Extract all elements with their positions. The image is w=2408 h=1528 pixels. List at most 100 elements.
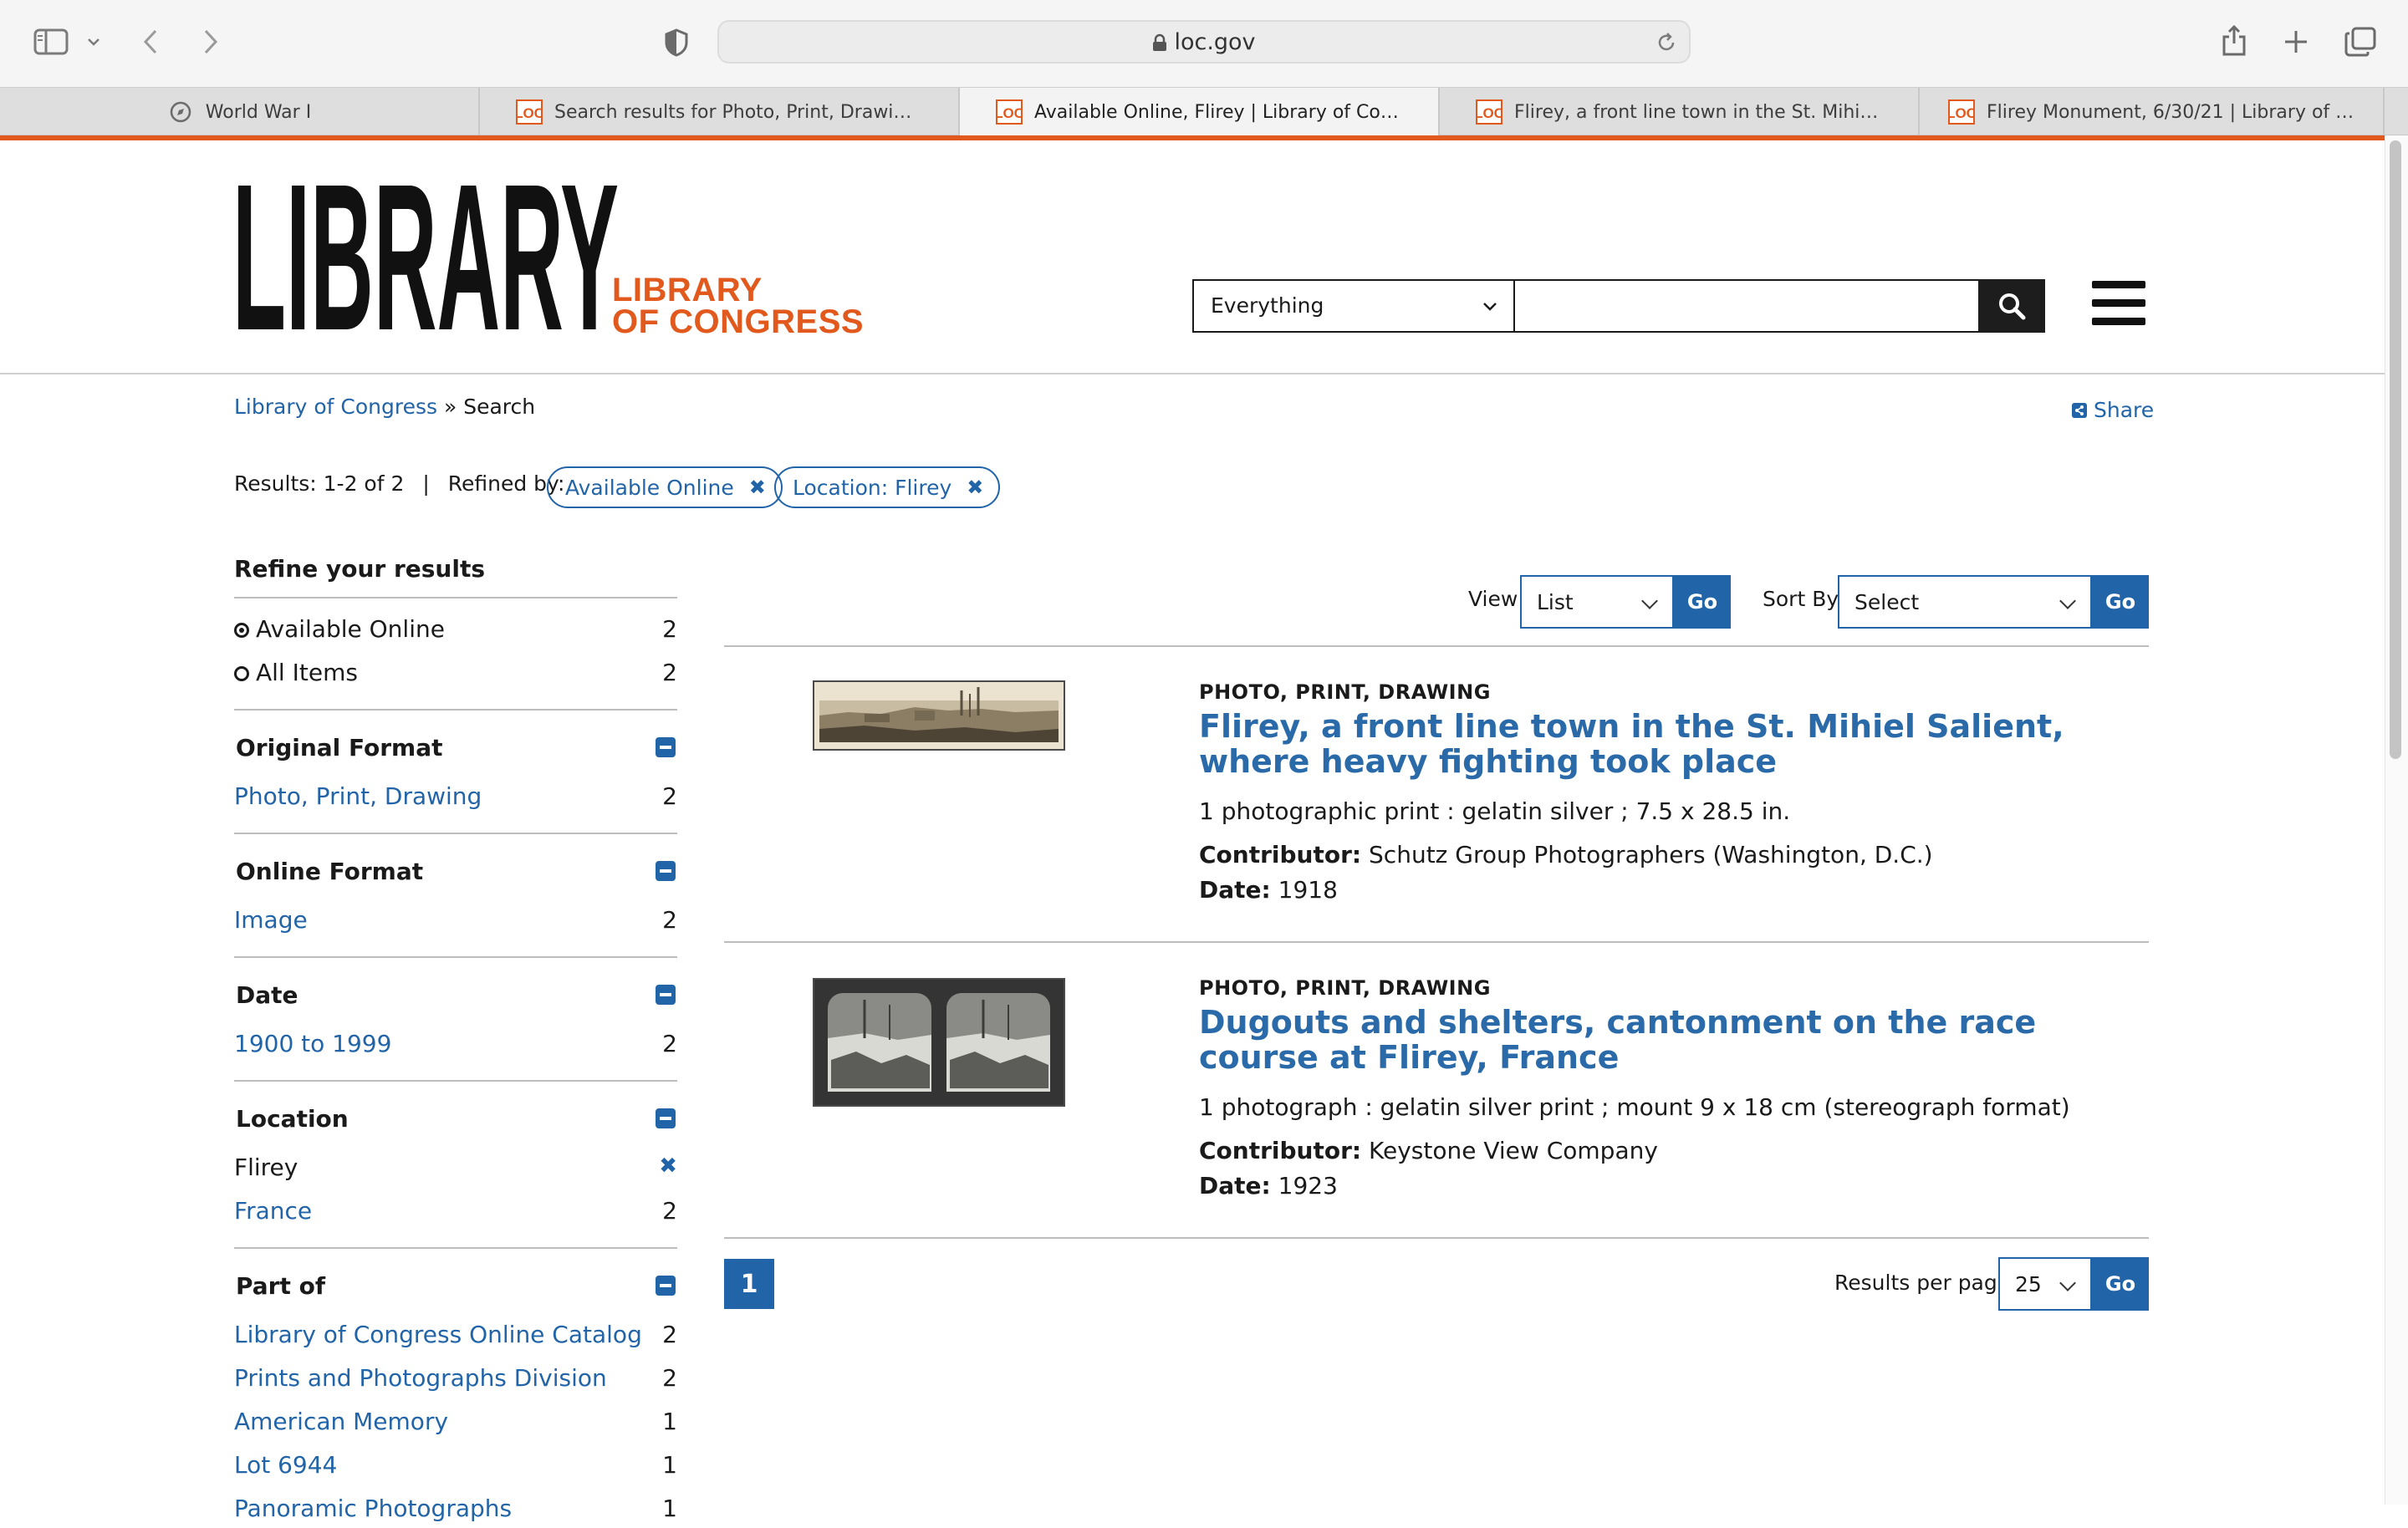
facet-title-date[interactable]: Date [236,981,298,1009]
result-title-link[interactable]: Dugouts and shelters, cantonment on the … [1199,1005,2149,1075]
loc-wordmark[interactable]: LIBRARY OF CONGRESS [612,273,865,340]
remove-filter-icon[interactable]: ✖ [659,1154,677,1179]
view-go-button[interactable]: Go [1674,575,1731,629]
facet-link[interactable]: 1900 to 1999 [234,1030,391,1057]
refine-title: Refine your results [234,555,486,583]
view-select[interactable]: List [1520,575,1674,629]
new-tab-icon[interactable] [2283,28,2309,55]
breadcrumb: Library of Congress » Search [234,395,535,419]
search-button[interactable] [1978,279,2045,333]
reload-icon[interactable] [1656,32,1677,53]
search-scope-select[interactable]: Everything [1192,279,1515,333]
radio-unselected-icon[interactable] [234,666,249,681]
sort-go-button[interactable]: Go [2092,575,2149,629]
availability-all-items[interactable]: All Items 2 [234,659,677,692]
facet-count: 1 [662,1451,677,1479]
date-value: 1918 [1278,876,1338,904]
chevron-down-icon [2059,593,2076,609]
facet-link[interactable]: Library of Congress Online Catalog [234,1321,642,1348]
privacy-shield-icon[interactable] [664,28,689,57]
panorama-photo-image [814,682,1064,749]
tab-title: Available Online, Flirey | Library of Co… [1034,101,1402,123]
facet-divider [234,597,677,598]
facet-count: 1 [662,1408,677,1435]
facet-link[interactable]: Photo, Print, Drawing [234,782,482,810]
filter-chip-location[interactable]: Location: Flirey ✖ [774,466,1001,508]
facet-item[interactable]: Library of Congress Online Catalog 2 [234,1321,677,1354]
results-range: Results: 1-2 of 2 [234,471,405,496]
hamburger-menu-icon[interactable] [2092,281,2145,328]
facet-item[interactable]: Panoramic Photographs 1 [234,1495,677,1528]
facet-title-part-of[interactable]: Part of [236,1272,325,1300]
facet-item[interactable]: 1900 to 1999 2 [234,1030,677,1063]
remove-filter-icon[interactable]: ✖ [749,476,766,499]
loc-wordmark-line2: OF CONGRESS [612,303,865,340]
sort-select[interactable]: Select [1838,575,2092,629]
filter-chip-available-online[interactable]: Available Online ✖ [547,466,783,508]
search-input[interactable] [1513,279,1980,333]
availability-label: Available Online [256,615,445,643]
facet-count: 2 [662,906,677,934]
tab-search-results[interactable]: LOC Search results for Photo, Print, Dra… [480,88,960,136]
facet-divider [234,709,677,711]
facet-title-online-format[interactable]: Online Format [236,858,423,885]
collapse-facet-icon[interactable] [656,737,676,757]
share-link[interactable]: Share [2072,398,2154,422]
tab-flirey-front-line[interactable]: LOC Flirey, a front line town in the St.… [1440,88,1920,136]
result-thumbnail[interactable] [813,978,1065,1107]
facet-title-original-format[interactable]: Original Format [236,734,443,761]
result-thumbnail[interactable] [813,680,1065,751]
collapse-facet-icon[interactable] [656,861,676,881]
tab-flirey-monument[interactable]: LOC Flirey Monument, 6/30/21 | Library o… [1920,88,2385,136]
tab-overview-icon[interactable] [2344,27,2376,57]
pagination-current-page[interactable]: 1 [724,1259,774,1309]
facet-link[interactable]: Prints and Photographs Division [234,1364,607,1392]
back-icon[interactable] [142,28,159,55]
radio-selected-icon[interactable] [234,623,249,638]
scrollbar-thumb[interactable] [2390,140,2401,759]
breadcrumb-home-link[interactable]: Library of Congress [234,395,437,419]
facet-link[interactable]: Image [234,906,308,934]
facet-item[interactable]: Photo, Print, Drawing 2 [234,782,677,816]
result-description: 1 photographic print : gelatin silver ; … [1199,797,1791,825]
facet-link[interactable]: Lot 6944 [234,1451,337,1479]
facet-count: 2 [662,1030,677,1057]
header-divider [0,373,2385,374]
search-icon [1999,293,2026,320]
availability-available-online[interactable]: Available Online 2 [234,615,677,649]
facet-count: 2 [662,615,677,643]
facet-link[interactable]: Panoramic Photographs [234,1495,512,1522]
collapse-facet-icon[interactable] [656,985,676,1005]
facet-link[interactable]: American Memory [234,1408,448,1435]
result-date: Date: 1923 [1199,1172,1338,1199]
results-per-page-go-button[interactable]: Go [2092,1257,2149,1311]
share-icon[interactable] [2221,23,2247,57]
facet-count: 2 [662,1197,677,1225]
facet-item[interactable]: American Memory 1 [234,1408,677,1441]
result-title-link[interactable]: Flirey, a front line town in the St. Mih… [1199,709,2149,779]
tab-available-online-flirey[interactable]: LOC Available Online, Flirey | Library o… [960,88,1440,136]
facet-title-location[interactable]: Location [236,1105,349,1133]
sidebar-toggle-icon[interactable] [33,28,69,55]
remove-filter-icon[interactable]: ✖ [967,476,983,499]
tab-world-war-i[interactable]: World War I [0,88,480,136]
facet-item[interactable]: Prints and Photographs Division 2 [234,1364,677,1398]
facet-link[interactable]: France [234,1197,312,1225]
loc-favicon-icon: LOC [1476,99,1502,125]
svg-text:LOC: LOC [1476,105,1502,121]
facet-divider [234,1080,677,1082]
facet-item[interactable]: Lot 6944 1 [234,1451,677,1485]
collapse-facet-icon[interactable] [656,1276,676,1296]
facet-item[interactable]: France 2 [234,1197,677,1230]
url-text: loc.gov [719,29,1689,55]
address-bar[interactable]: loc.gov [717,20,1691,64]
facet-item[interactable]: Image 2 [234,906,677,940]
library-logo[interactable]: LIBRARY [232,171,620,334]
facet-item-selected: Flirey ✖ [234,1154,677,1187]
forward-icon[interactable] [202,28,219,55]
chevron-down-icon[interactable] [87,37,100,47]
share-icon [2072,402,2087,418]
results-per-page-select[interactable]: 25 [1998,1257,2092,1311]
collapse-facet-icon[interactable] [656,1108,676,1128]
date-label: Date: [1199,1172,1271,1199]
